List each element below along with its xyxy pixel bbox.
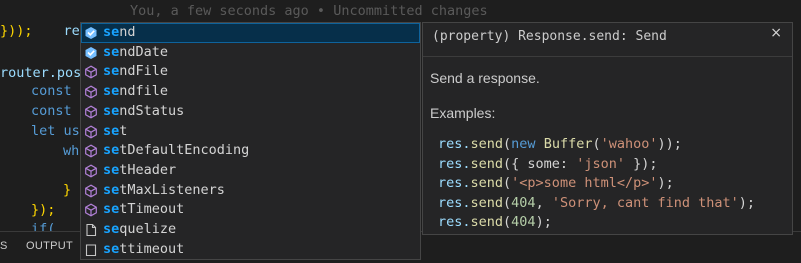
editor-line[interactable]: router.pos (0, 63, 81, 83)
editor-line[interactable]: })); (0, 21, 33, 41)
details-signature: (property) Response.send: Send (432, 29, 667, 44)
details-examples-label: Examples: (430, 105, 496, 121)
suggestion-item[interactable]: sendDate (81, 43, 420, 63)
code-example-line: res.send(404); (438, 214, 552, 230)
suggestion-item[interactable]: sendfile (81, 82, 420, 102)
code-example-line: res.send({ some: 'json' }); (438, 156, 658, 172)
details-description: Send a response. (430, 70, 540, 86)
method-icon (85, 85, 97, 99)
method-icon (85, 164, 97, 178)
suggestion-item[interactable]: sequelize (81, 220, 420, 240)
suggestion-item[interactable]: setMaxListeners (81, 181, 420, 201)
snippet-icon (85, 244, 97, 256)
method-icon (85, 144, 97, 158)
property-icon (85, 27, 97, 39)
suggestion-item[interactable]: sendFile (81, 62, 420, 82)
editor-line-current[interactable]: res.se (31, 1, 115, 40)
tab-output[interactable]: OUTPUT (26, 240, 73, 252)
code-example-line: res.send('<p>some html</p>'); (438, 175, 674, 191)
editor-line[interactable]: }); (31, 200, 55, 220)
editor-line[interactable]: } (63, 180, 71, 200)
suggestion-item[interactable]: settimeout (81, 240, 420, 259)
method-icon (85, 105, 97, 119)
editor-line[interactable]: wh (63, 141, 79, 161)
file-icon (86, 223, 97, 237)
editor-line[interactable]: const (31, 81, 72, 101)
tab-problems[interactable]: S (0, 240, 8, 252)
suggestion-item[interactable]: send (81, 23, 420, 43)
editor-line[interactable]: if( (31, 219, 55, 231)
suggestion-details-panel: (property) Response.send: Send × Send a … (422, 22, 793, 235)
details-divider (423, 56, 792, 57)
suggestion-item[interactable]: set (81, 122, 420, 142)
git-blame-annotation: You, a few seconds ago • Uncommitted cha… (130, 3, 488, 19)
method-icon (85, 184, 97, 198)
close-icon[interactable]: × (770, 25, 782, 41)
method-icon (85, 65, 97, 79)
suggestion-item[interactable]: setTimeout (81, 200, 420, 220)
suggestion-item[interactable]: setHeader (81, 161, 420, 181)
property-icon (85, 46, 97, 59)
method-icon (85, 125, 97, 138)
method-icon (85, 203, 97, 217)
suggestion-item[interactable]: setDefaultEncoding (81, 141, 420, 161)
code-example-line: res.send(404, 'Sorry, cant find that'); (438, 195, 756, 211)
editor-line[interactable]: let us (31, 121, 80, 141)
suggestion-item[interactable]: sendStatus (81, 102, 420, 122)
code-example-line: res.send(new Buffer('wahoo')); (438, 136, 682, 152)
editor-line[interactable]: const (31, 101, 72, 121)
autocomplete-list[interactable]: send sendDate sendFile sendfile sendStat… (80, 22, 421, 260)
